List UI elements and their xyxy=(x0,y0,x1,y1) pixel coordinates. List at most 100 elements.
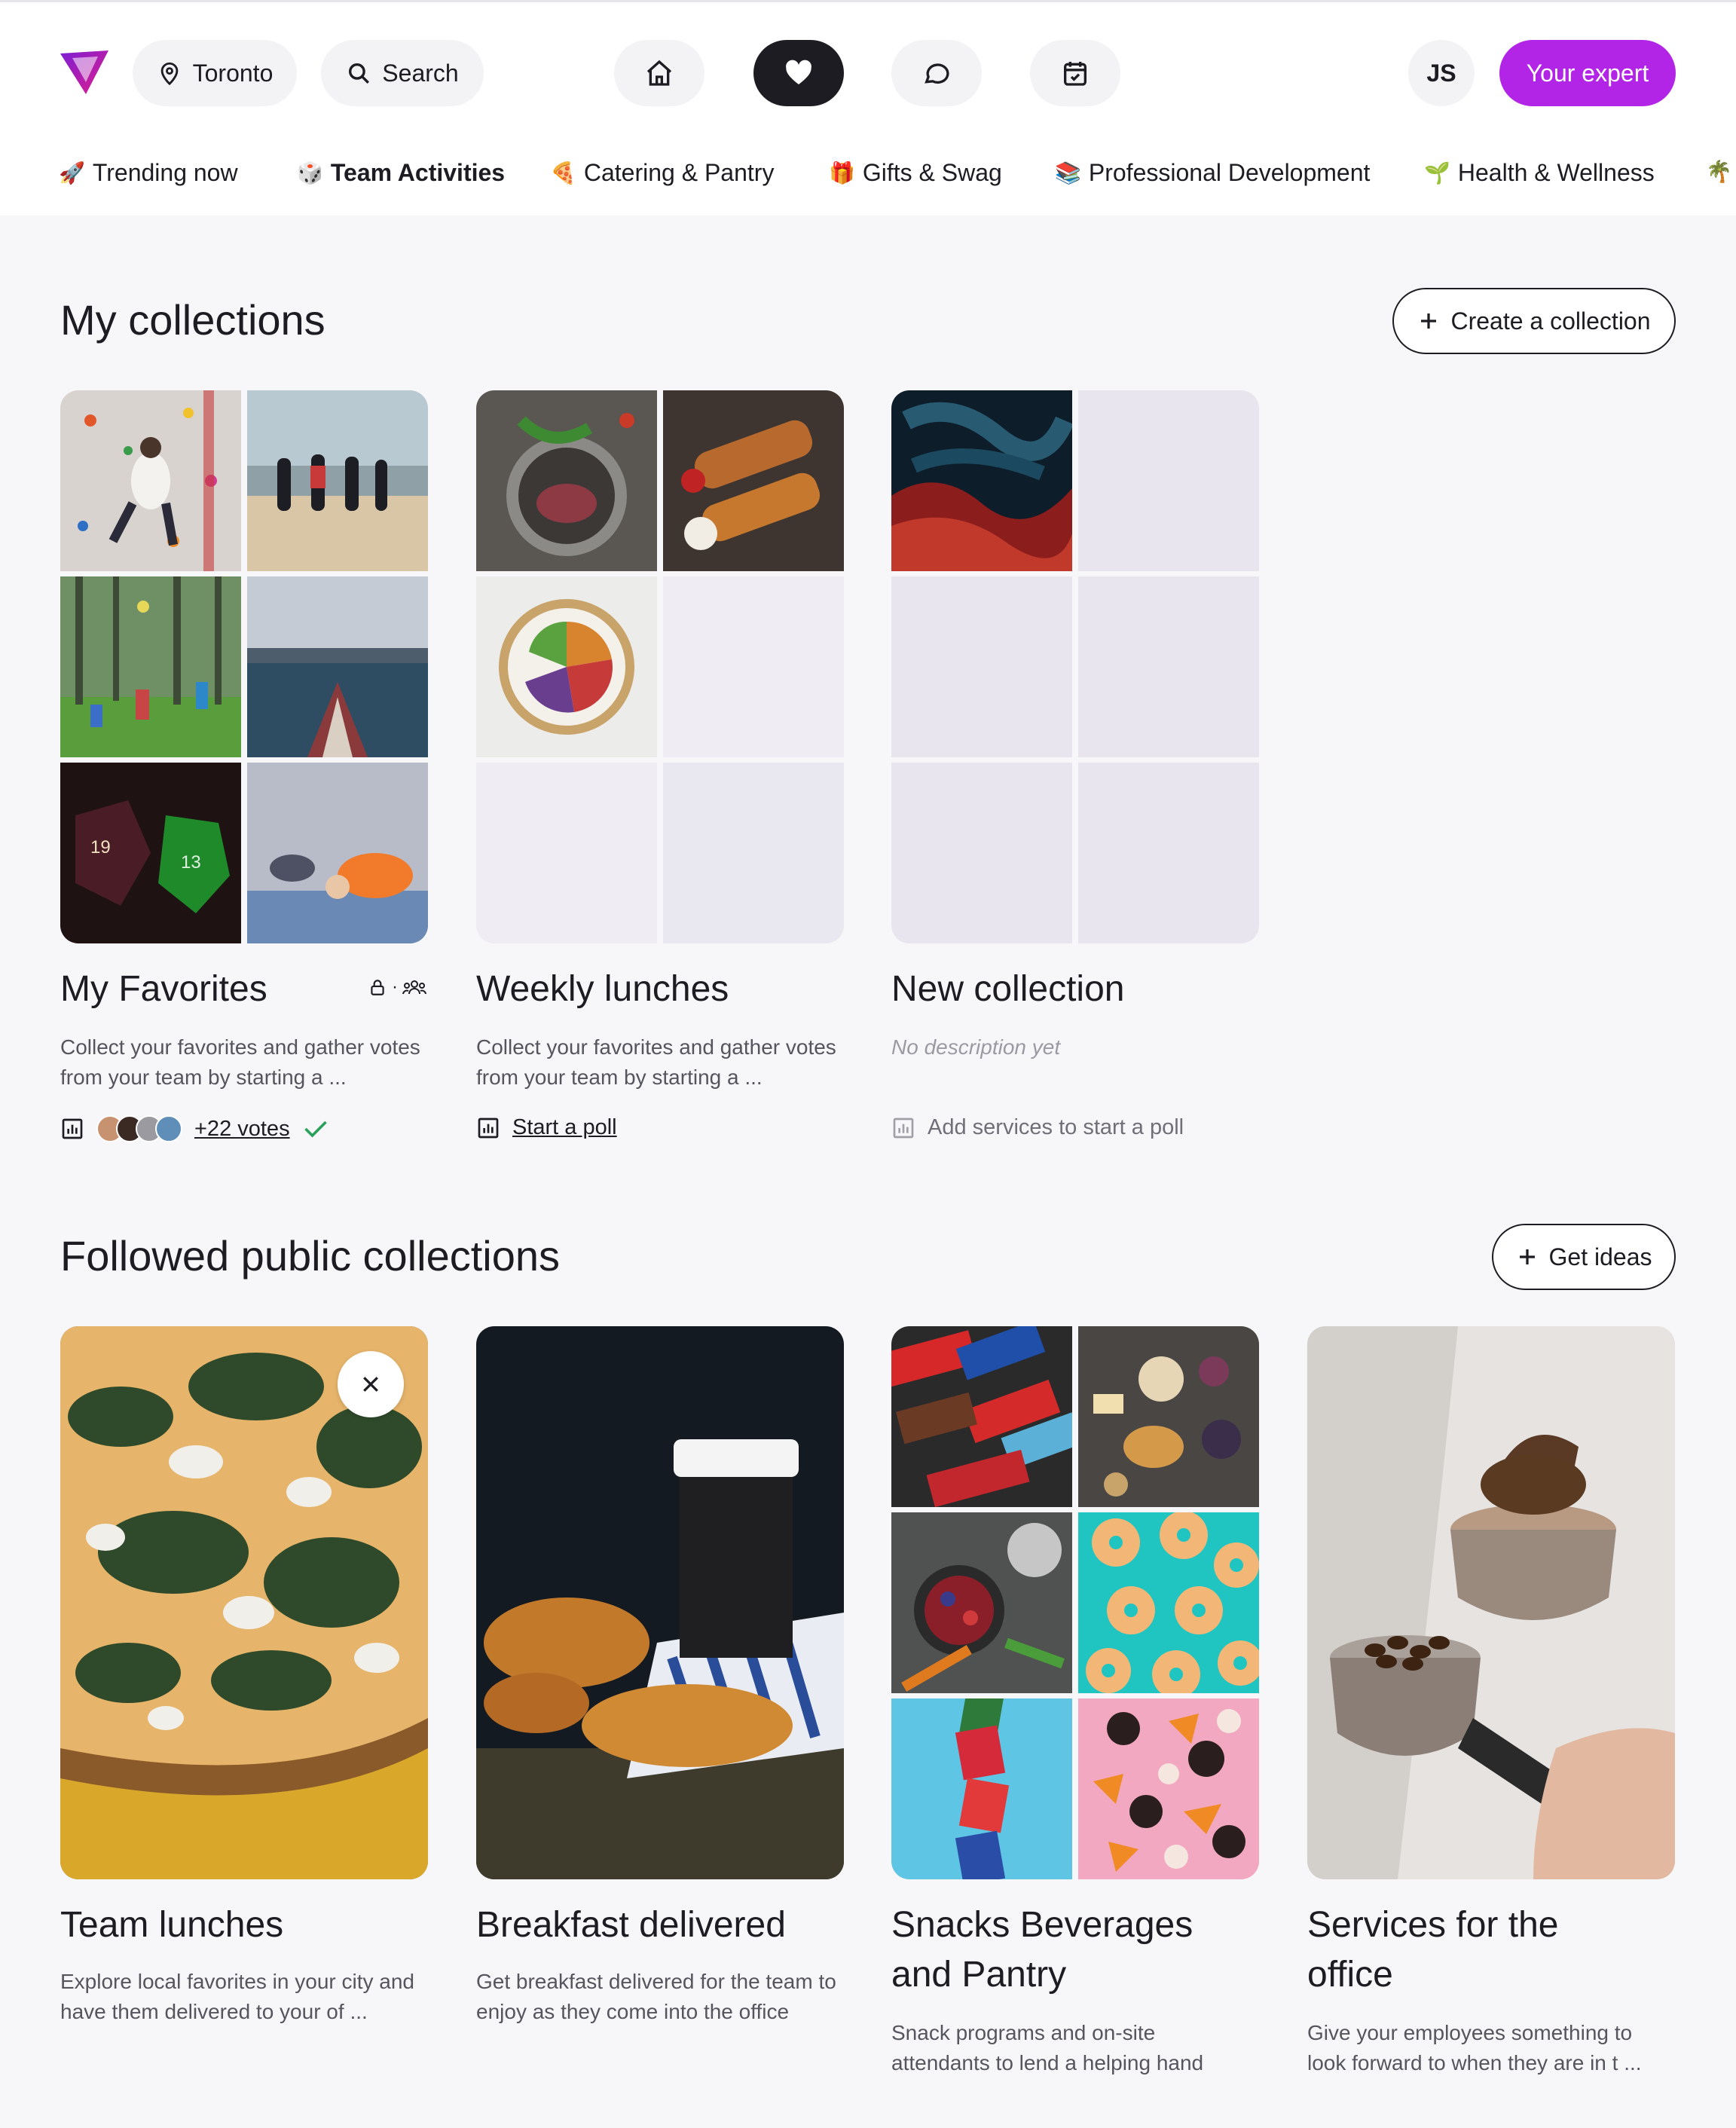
new-collection-image-grid[interactable] xyxy=(891,390,1259,943)
category-label: Professional Development xyxy=(1088,159,1371,186)
title-line: Services for the xyxy=(1307,1905,1559,1945)
location-label: Toronto xyxy=(192,59,274,87)
empty-slot xyxy=(476,763,657,943)
category-health-wellness[interactable]: 🌱 Health & Wellness xyxy=(1424,159,1655,187)
your-expert-button[interactable]: Your expert xyxy=(1499,40,1676,106)
empty-slot xyxy=(663,576,844,757)
svg-text:19: 19 xyxy=(90,837,111,858)
abstract-smoke-image xyxy=(891,390,1072,571)
privacy-indicators: · xyxy=(368,977,426,998)
category-label: Gifts & Swag xyxy=(862,159,1002,186)
empty-slot xyxy=(891,763,1072,943)
yoga-class-image xyxy=(247,763,428,943)
category-catering-pantry[interactable]: 🍕 Catering & Pantry xyxy=(550,159,774,187)
espresso-portafilter-image[interactable] xyxy=(1307,1326,1675,1879)
calendar-check-icon xyxy=(1064,62,1087,86)
snacks-beverages-title[interactable]: Snacks Beverages and Pantry xyxy=(891,1900,1193,2000)
my-favorites-image-grid[interactable]: 19 13 xyxy=(60,390,428,943)
palm-tree-icon: 🌴 xyxy=(1706,160,1732,183)
location-button[interactable]: Toronto xyxy=(133,40,297,106)
dice-image: 19 13 xyxy=(60,763,241,943)
poll-chart-icon xyxy=(893,1118,914,1138)
candy-bars-image xyxy=(891,1326,1072,1507)
favorites-nav-button[interactable] xyxy=(753,40,844,106)
category-gifts-swag[interactable]: 🎁 Gifts & Swag xyxy=(829,159,1002,187)
cookies-chips-image xyxy=(1078,1698,1259,1879)
create-collection-button[interactable]: Create a collection xyxy=(1392,288,1676,354)
category-label: Health & Wellness xyxy=(1457,159,1655,186)
snacks-beverages-description: Snack programs and on-site attendants to… xyxy=(891,2021,1204,2074)
plus-icon xyxy=(1519,1249,1535,1264)
team-lunches-title[interactable]: Team lunches xyxy=(60,1900,283,1950)
weekly-lunches-title[interactable]: Weekly lunches xyxy=(476,965,729,1014)
forest-play-image xyxy=(60,576,241,757)
heart-icon xyxy=(786,60,811,84)
home-nav-button[interactable] xyxy=(614,40,704,106)
new-collection-title[interactable]: New collection xyxy=(891,965,1124,1014)
unfollow-close-button[interactable] xyxy=(338,1351,404,1417)
home-icon xyxy=(646,60,672,86)
create-collection-label: Create a collection xyxy=(1450,307,1651,335)
services-office-description: Give your employees something to look fo… xyxy=(1307,2021,1642,2074)
add-services-hint: Add services to start a poll xyxy=(891,1115,1184,1140)
checkmark-icon xyxy=(304,1121,327,1138)
charcuterie-board-image xyxy=(1078,1326,1259,1507)
rocket-icon: 🚀 xyxy=(59,161,85,185)
search-label: Search xyxy=(382,59,459,87)
category-label: Team Activities xyxy=(330,159,506,186)
top-header: Toronto Search JS Your expert 🚀 Trending… xyxy=(0,0,1736,216)
team-icon xyxy=(402,980,426,995)
empty-slot xyxy=(1078,576,1259,757)
search-button[interactable]: Search xyxy=(321,40,484,106)
voter-avatar xyxy=(155,1115,182,1142)
category-label: Catering & Pantry xyxy=(583,159,775,186)
empty-slot xyxy=(663,763,844,943)
croissant-coffee-image[interactable] xyxy=(476,1326,844,1879)
start-poll-link[interactable]: Start a poll xyxy=(512,1115,617,1140)
get-ideas-label: Get ideas xyxy=(1548,1243,1652,1270)
weekly-lunches-description: Collect your favorites and gather votes … xyxy=(476,1035,836,1089)
votes-count-link[interactable]: +22 votes xyxy=(194,1117,290,1142)
popcorn-bags-image xyxy=(891,1698,1072,1879)
steak-plate-image xyxy=(476,390,657,571)
services-office-title[interactable]: Services for the office xyxy=(1307,1900,1558,2000)
get-ideas-button[interactable]: Get ideas xyxy=(1492,1224,1676,1290)
calendar-nav-button[interactable] xyxy=(1030,40,1120,106)
map-pin-icon xyxy=(160,62,178,86)
climbing-wall-image xyxy=(60,390,241,571)
gift-icon: 🎁 xyxy=(829,161,855,185)
snacks-image-grid[interactable] xyxy=(891,1326,1259,1879)
close-icon xyxy=(363,1377,378,1392)
category-professional-development[interactable]: 📚 Professional Development xyxy=(1055,159,1370,187)
seedling-icon: 🌱 xyxy=(1424,161,1450,185)
dice-icon: 🎲 xyxy=(297,161,323,185)
user-avatar-button[interactable]: JS xyxy=(1408,40,1475,106)
weekly-lunches-image-grid[interactable] xyxy=(476,390,844,943)
messages-nav-button[interactable] xyxy=(891,40,982,106)
salad-bowl-image xyxy=(476,576,657,757)
start-poll-action[interactable]: Start a poll xyxy=(476,1115,617,1140)
plus-icon xyxy=(1421,313,1437,329)
breakfast-delivered-description: Get breakfast delivered for the team to … xyxy=(476,1970,836,2023)
empty-slot xyxy=(891,576,1072,757)
kebab-platter-image xyxy=(663,390,844,571)
donuts-image xyxy=(1078,1512,1259,1693)
pizza-icon: 🍕 xyxy=(550,161,576,185)
poll-chart-icon xyxy=(478,1118,499,1138)
breakfast-delivered-title[interactable]: Breakfast delivered xyxy=(476,1900,786,1950)
my-favorites-poll-status[interactable]: +22 votes xyxy=(60,1115,329,1142)
title-line: Snacks Beverages xyxy=(891,1905,1194,1945)
beach-runners-image xyxy=(247,390,428,571)
voter-avatars xyxy=(96,1115,182,1142)
category-trending-now[interactable]: 🚀 Trending now xyxy=(59,159,238,187)
chat-bubble-icon xyxy=(925,63,949,84)
my-collections-title: My collections xyxy=(60,296,326,344)
svg-text:13: 13 xyxy=(181,852,201,873)
category-more[interactable]: 🌴 xyxy=(1706,159,1732,184)
category-team-activities[interactable]: 🎲 Team Activities xyxy=(297,159,505,187)
my-favorites-title[interactable]: My Favorites xyxy=(60,965,267,1014)
empty-slot xyxy=(1078,390,1259,571)
brand-logo[interactable] xyxy=(59,49,110,96)
lock-icon xyxy=(371,980,384,995)
separator-dot: · xyxy=(392,977,398,997)
